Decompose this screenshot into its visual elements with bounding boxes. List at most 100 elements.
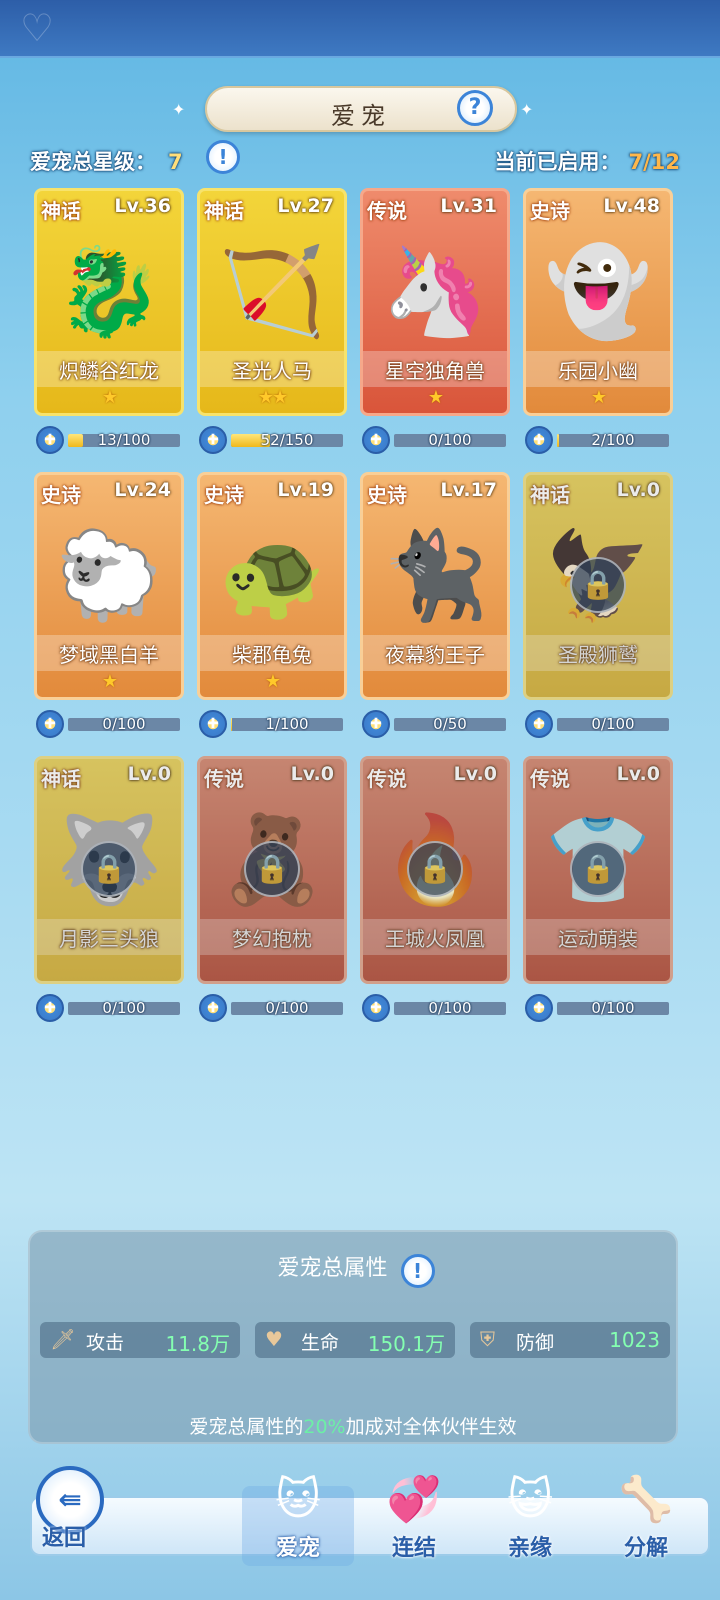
puzzle-piece-icon[interactable]: ✚ xyxy=(199,710,227,738)
pet-card[interactable]: 🦄 传说 Lv.31 星空独角兽 ★ xyxy=(360,188,510,416)
puzzle-piece-icon[interactable]: ✚ xyxy=(362,994,390,1022)
progress-text: 2/100 xyxy=(591,431,635,449)
progress-text: 0/100 xyxy=(102,999,146,1017)
progress-text: 0/100 xyxy=(591,999,635,1017)
pet-rarity: 传说 xyxy=(204,767,244,791)
puzzle-piece-icon[interactable]: ✚ xyxy=(36,710,64,738)
pet-card[interactable]: 👕传说Lv.0运动萌装🔒 xyxy=(523,756,673,984)
pet-name: 圣殿狮鹫 xyxy=(558,643,638,667)
star-info-icon[interactable]: ! xyxy=(206,140,240,174)
pet-rarity: 传说 xyxy=(367,767,407,791)
star-icon: ★ xyxy=(427,387,444,408)
tab-decompose-label: 分解 xyxy=(623,1536,668,1561)
progress-text: 0/100 xyxy=(102,715,146,733)
pet-name: 梦域黑白羊 xyxy=(59,643,159,667)
lock-icon: 🔒 xyxy=(570,841,626,897)
attack-value: 11.8万 xyxy=(165,1332,230,1356)
pet-level: Lv.0 xyxy=(290,763,334,785)
lock-icon: 🔒 xyxy=(244,841,300,897)
pet-card[interactable]: 🐉 神话 Lv.36 炽鳞谷红龙 ★ xyxy=(34,188,184,416)
progress-text: 13/100 xyxy=(97,431,151,449)
puzzle-piece-icon[interactable]: ✚ xyxy=(36,426,64,454)
fragment-progress: ✚ 1/100 xyxy=(199,710,345,738)
star-icon: ★ xyxy=(264,671,281,692)
puzzle-piece-icon[interactable]: ✚ xyxy=(525,426,553,454)
help-icon[interactable]: ? xyxy=(457,90,493,126)
tab-pet[interactable]: 🐱 爱宠 xyxy=(242,1474,354,1566)
tab-pet-label: 爱宠 xyxy=(275,1536,320,1561)
progress-text: 0/50 xyxy=(433,715,467,733)
fragment-progress: ✚ 0/100 xyxy=(525,994,671,1022)
tab-kinship-label: 亲缘 xyxy=(507,1536,552,1561)
note-percent: 20% xyxy=(303,1416,346,1438)
lock-icon: 🔒 xyxy=(81,841,137,897)
puzzle-piece-icon[interactable]: ✚ xyxy=(525,710,553,738)
wing-left-icon: ✦ xyxy=(172,100,186,119)
puzzle-piece-icon[interactable]: ✚ xyxy=(525,994,553,1022)
heart-link-icon: 💞 xyxy=(386,1474,442,1525)
heart-arrow-icon: ♡ xyxy=(20,6,55,50)
pet-level: Lv.19 xyxy=(277,479,334,501)
fragment-progress: ✚ 0/100 xyxy=(36,994,182,1022)
pet-rarity: 史诗 xyxy=(41,483,81,507)
pet-art: 🦄 xyxy=(381,242,489,342)
puzzle-piece-icon[interactable]: ✚ xyxy=(199,994,227,1022)
puzzle-piece-icon[interactable]: ✚ xyxy=(199,426,227,454)
pet-card[interactable]: 🐈‍⬛ 史诗 Lv.17 夜幕豹王子 xyxy=(360,472,510,700)
star-icon: ★ xyxy=(101,387,118,408)
pet-level: Lv.27 xyxy=(277,195,334,217)
pet-rarity: 传说 xyxy=(367,199,407,223)
pet-level: Lv.31 xyxy=(440,195,497,217)
progress-text: 0/100 xyxy=(428,999,472,1017)
hp-label: 生命 xyxy=(301,1332,340,1354)
fragment-progress: ✚ 0/100 xyxy=(362,426,508,454)
pet-rarity: 神话 xyxy=(530,483,570,507)
fragment-progress: ✚ 0/100 xyxy=(199,994,345,1022)
pet-card[interactable]: 🐑 史诗 Lv.24 梦域黑白羊 ★ xyxy=(34,472,184,700)
total-star-level: 爱宠总星级： 7 xyxy=(30,146,183,176)
pet-card[interactable]: 🦅神话Lv.0圣殿狮鹫🔒 xyxy=(523,472,673,700)
pet-rarity: 史诗 xyxy=(530,199,570,223)
shield-icon: ⛨ xyxy=(480,1327,495,1351)
defense-value: 1023 xyxy=(609,1328,660,1352)
pet-name: 炽鳞谷红龙 xyxy=(59,359,159,383)
pet-art: 👻 xyxy=(544,242,652,342)
hp-value: 150.1万 xyxy=(367,1332,445,1356)
pet-art: 🐈‍⬛ xyxy=(381,526,489,626)
pet-name: 王城火凤凰 xyxy=(385,927,485,951)
pet-card[interactable]: 🔥传说Lv.0王城火凤凰🔒 xyxy=(360,756,510,984)
tab-link[interactable]: 💞 连结 xyxy=(358,1474,470,1566)
pet-level: Lv.0 xyxy=(127,763,171,785)
pet-name: 柴郡龟兔 xyxy=(232,643,312,667)
pet-card[interactable]: 🐢 史诗 Lv.19 柴郡龟兔 ★ xyxy=(197,472,347,700)
back-button[interactable]: 返回 xyxy=(42,1520,86,1552)
pet-level: Lv.0 xyxy=(616,479,660,501)
attribute-title-row: 爱宠总属性 ! xyxy=(30,1250,676,1288)
hp-box: ♥ 生命 150.1万 xyxy=(255,1322,455,1358)
star-icon: ★★ xyxy=(257,387,288,408)
lock-icon: 🔒 xyxy=(570,557,626,613)
progress-text: 1/100 xyxy=(265,715,309,733)
fragment-progress: ✚ 52/150 xyxy=(199,426,345,454)
puzzle-piece-icon[interactable]: ✚ xyxy=(362,426,390,454)
pet-card[interactable]: 🏹 神话 Lv.27 圣光人马 ★★ xyxy=(197,188,347,416)
pet-level: Lv.17 xyxy=(440,479,497,501)
fragment-progress: ✚ 0/50 xyxy=(362,710,508,738)
tab-decompose[interactable]: 🦴 分解 xyxy=(590,1474,702,1566)
pet-rarity: 传说 xyxy=(530,767,570,791)
pet-level: Lv.0 xyxy=(453,763,497,785)
attribute-info-icon[interactable]: ! xyxy=(400,1254,435,1288)
attack-box: 🗡 攻击 11.8万 xyxy=(40,1322,240,1358)
puzzle-piece-icon[interactable]: ✚ xyxy=(36,994,64,1022)
note-suffix: 加成对全体伙伴生效 xyxy=(345,1416,517,1438)
pet-art: 🏹 xyxy=(218,242,326,342)
active-count: 当前已启用： 7/12 xyxy=(494,146,680,176)
progress-text: 0/100 xyxy=(265,999,309,1017)
total-star-value: 7 xyxy=(168,150,183,174)
tab-kinship[interactable]: 😺 亲缘 xyxy=(474,1474,586,1566)
pet-card[interactable]: 👻 史诗 Lv.48 乐园小幽 ★ xyxy=(523,188,673,416)
pet-card[interactable]: 🐺神话Lv.0月影三头狼🔒 xyxy=(34,756,184,984)
pet-name: 圣光人马 xyxy=(232,359,312,383)
pet-card[interactable]: 🧸传说Lv.0梦幻抱枕🔒 xyxy=(197,756,347,984)
puzzle-piece-icon[interactable]: ✚ xyxy=(362,710,390,738)
